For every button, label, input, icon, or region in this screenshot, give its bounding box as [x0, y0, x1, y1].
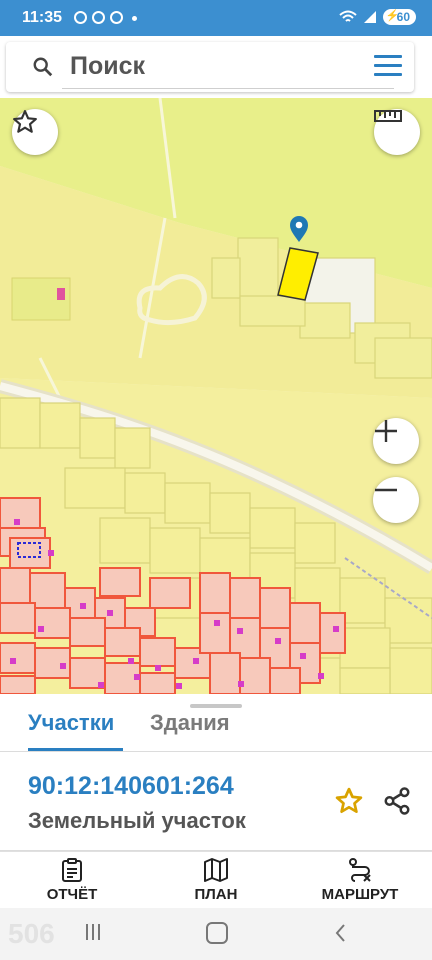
sheet-drag-handle[interactable] [190, 704, 242, 708]
home-icon[interactable] [206, 922, 228, 944]
battery-badge: 60 [382, 9, 416, 25]
cadastral-number[interactable]: 90:12:140601:264 [28, 772, 234, 801]
search-bar[interactable]: Поиск [6, 42, 414, 92]
more-notifications-icon [132, 16, 137, 21]
map-icon [204, 858, 228, 882]
instagram-icon [92, 11, 105, 24]
route-label: МАРШРУТ [321, 886, 399, 903]
zoom-in-button[interactable] [373, 418, 419, 464]
signal-icon [363, 11, 376, 23]
star-favorite-icon[interactable] [334, 786, 364, 816]
report-label: ОТЧЁТ [46, 886, 98, 903]
notification-icons [74, 11, 137, 24]
whatsapp-icon [110, 11, 123, 24]
map-canvas[interactable] [0, 98, 432, 694]
measure-button[interactable] [374, 109, 420, 155]
minus-icon [375, 488, 397, 492]
status-bar: 11:35 60 [0, 0, 432, 36]
ruler-icon [374, 110, 402, 122]
plus-icon [375, 420, 397, 442]
zoom-out-button[interactable] [373, 477, 419, 523]
clipboard-icon [62, 858, 82, 882]
map-view[interactable] [0, 98, 432, 694]
tab-divider [0, 751, 432, 752]
bottom-navigation: ОТЧЁТ ПЛАН МАРШРУТ [0, 851, 432, 910]
tab-parcels[interactable]: Участки [28, 710, 114, 736]
status-time: 11:35 [22, 9, 63, 26]
tab-buildings[interactable]: Здания [150, 710, 230, 736]
route-icon [349, 858, 371, 882]
share-icon[interactable] [382, 786, 412, 816]
system-navigation-bar: 506 [0, 908, 432, 960]
plan-label: ПЛАН [194, 886, 238, 903]
search-underline [62, 88, 394, 89]
plan-button[interactable]: ПЛАН [161, 858, 271, 903]
telegram-icon [74, 11, 87, 24]
favorites-button[interactable] [12, 109, 58, 155]
star-outline-icon [13, 110, 37, 133]
route-button[interactable]: МАРШРУТ [305, 858, 415, 903]
back-icon[interactable] [330, 922, 352, 944]
menu-icon[interactable] [374, 55, 402, 77]
wifi-icon [338, 10, 357, 22]
report-button[interactable]: ОТЧЁТ [17, 858, 127, 903]
search-input[interactable]: Поиск [70, 52, 145, 81]
watermark: 506 [8, 918, 55, 949]
parcel-type: Земельный участок [28, 808, 246, 833]
recent-apps-icon[interactable] [86, 924, 106, 942]
search-icon[interactable] [32, 56, 54, 78]
